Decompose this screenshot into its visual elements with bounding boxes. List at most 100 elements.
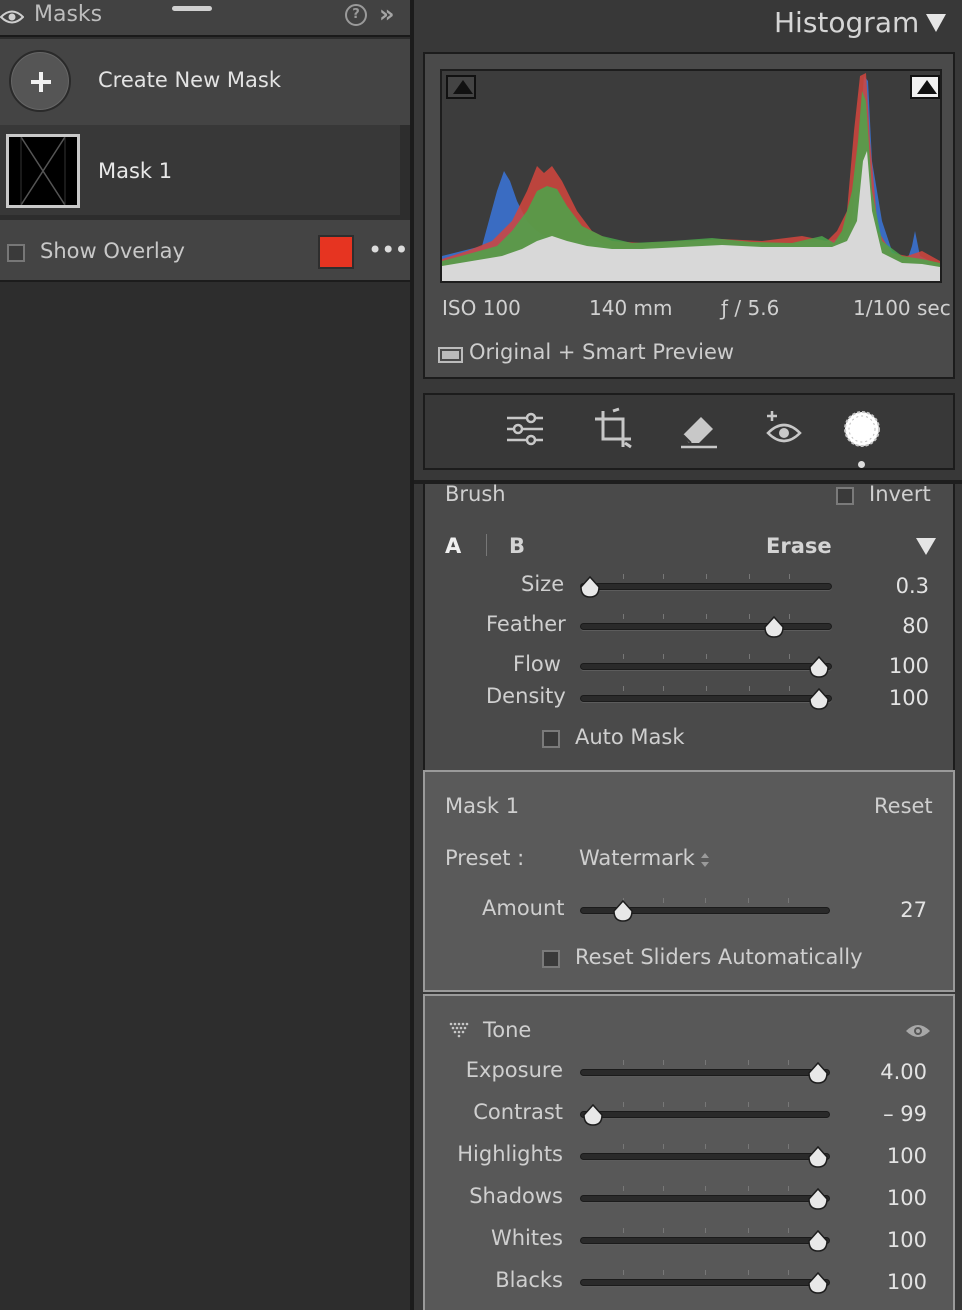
auto-mask-checkbox[interactable]: [542, 730, 560, 748]
density-value[interactable]: 100: [859, 686, 929, 710]
slider-track[interactable]: [580, 695, 832, 702]
masking-icon[interactable]: [840, 407, 884, 451]
slider-track[interactable]: [580, 663, 832, 670]
invert-checkbox[interactable]: [836, 487, 854, 505]
amount-value[interactable]: 27: [857, 898, 927, 922]
slider-tick: [787, 1144, 789, 1149]
disclosure-triangle-icon[interactable]: [449, 1022, 469, 1038]
tone-highlights-slider[interactable]: [580, 1144, 830, 1170]
tone-highlights-value[interactable]: 100: [857, 1144, 927, 1168]
slider-thumb[interactable]: [808, 656, 830, 678]
slider-thumb[interactable]: [808, 688, 830, 710]
slider-track[interactable]: [580, 1279, 830, 1286]
tone-contrast-label: Contrast: [473, 1100, 563, 1124]
aperture-readout: ƒ / 5.6: [721, 296, 780, 320]
slider-thumb[interactable]: [612, 900, 634, 922]
slider-tick: [747, 1186, 749, 1191]
tone-blacks-label: Blacks: [495, 1268, 563, 1292]
reset-sliders-label[interactable]: Reset Sliders Automatically: [575, 945, 863, 969]
slider-tick: [748, 574, 750, 579]
create-new-mask-row[interactable]: Create New Mask: [0, 39, 410, 125]
tone-whites-value[interactable]: 100: [857, 1228, 927, 1252]
tone-contrast-value[interactable]: – 99: [857, 1102, 927, 1126]
slider-tick: [748, 686, 750, 691]
create-new-mask-label[interactable]: Create New Mask: [98, 68, 281, 92]
overlay-color-swatch[interactable]: [318, 235, 354, 269]
flow-slider[interactable]: [580, 654, 832, 680]
slider-thumb[interactable]: [807, 1230, 829, 1252]
mask-item-label[interactable]: Mask 1: [98, 159, 172, 183]
shadow-clipping-indicator[interactable]: [446, 75, 476, 99]
feather-slider[interactable]: [580, 614, 832, 640]
slider-track[interactable]: [580, 1195, 830, 1202]
preset-dropdown[interactable]: Watermark: [579, 846, 695, 870]
collapse-triangle-icon[interactable]: [926, 14, 946, 32]
eye-icon[interactable]: [905, 1022, 931, 1040]
show-overlay-checkbox[interactable]: [7, 244, 25, 262]
slider-track[interactable]: [580, 1237, 830, 1244]
slider-thumb[interactable]: [807, 1188, 829, 1210]
slider-track[interactable]: [580, 583, 832, 590]
help-icon[interactable]: ?: [345, 4, 367, 26]
amount-slider[interactable]: [580, 898, 830, 924]
slider-track[interactable]: [580, 1111, 830, 1118]
reset-button[interactable]: Reset: [874, 794, 933, 818]
brush-tab-a[interactable]: A: [445, 534, 461, 558]
histogram-plot[interactable]: [440, 69, 942, 283]
updown-arrows-icon[interactable]: [699, 850, 711, 870]
tone-title[interactable]: Tone: [483, 1018, 531, 1042]
slider-tick: [663, 614, 665, 619]
invert-label[interactable]: Invert: [869, 482, 931, 506]
slider-tick: [663, 686, 665, 691]
brush-options-triangle-icon[interactable]: [916, 538, 936, 555]
histogram-title[interactable]: Histogram: [774, 6, 919, 39]
sliders-icon[interactable]: [503, 407, 547, 451]
slider-tick: [662, 1102, 664, 1107]
tone-blacks-value[interactable]: 100: [857, 1270, 927, 1294]
plus-icon[interactable]: [9, 50, 71, 112]
mask-settings-title: Mask 1: [445, 794, 520, 818]
feather-value[interactable]: 80: [859, 614, 929, 638]
reset-sliders-checkbox[interactable]: [542, 950, 560, 968]
slider-tick: [787, 1270, 789, 1275]
slider-track[interactable]: [580, 1069, 830, 1076]
slider-thumb[interactable]: [807, 1146, 829, 1168]
slider-thumb[interactable]: [807, 1272, 829, 1294]
flow-value[interactable]: 100: [859, 654, 929, 678]
size-slider[interactable]: [580, 574, 832, 600]
size-value[interactable]: 0.3: [859, 574, 929, 598]
slider-tick: [622, 1144, 624, 1149]
drag-handle[interactable]: [172, 6, 212, 11]
highlight-clipping-indicator[interactable]: [910, 75, 940, 99]
tone-exposure-value[interactable]: 4.00: [857, 1060, 927, 1084]
tone-shadows-value[interactable]: 100: [857, 1186, 927, 1210]
slider-thumb[interactable]: [763, 616, 785, 638]
slider-tick: [787, 1102, 789, 1107]
density-slider[interactable]: [580, 686, 832, 712]
tone-blacks-slider[interactable]: [580, 1270, 830, 1296]
more-options-icon[interactable]: •••: [368, 236, 408, 264]
tone-exposure-slider[interactable]: [580, 1060, 830, 1086]
mask-list-item[interactable]: Mask 1: [0, 125, 400, 215]
eye-icon[interactable]: [0, 9, 24, 25]
slider-thumb[interactable]: [579, 576, 601, 598]
slider-tick: [748, 614, 750, 619]
slider-tick: [705, 1060, 706, 1065]
auto-mask-label[interactable]: Auto Mask: [575, 725, 685, 749]
red-eye-icon[interactable]: [762, 407, 806, 451]
collapse-panel-icon[interactable]: »: [379, 0, 394, 28]
slider-track[interactable]: [580, 623, 832, 630]
density-label: Density: [486, 684, 566, 708]
show-overlay-label[interactable]: Show Overlay: [40, 239, 185, 263]
slider-track[interactable]: [580, 1153, 830, 1160]
tone-contrast-slider[interactable]: [580, 1102, 830, 1128]
slider-thumb[interactable]: [807, 1062, 829, 1084]
brush-tab-erase[interactable]: Erase: [766, 534, 832, 558]
mask-thumbnail[interactable]: [6, 134, 80, 208]
brush-tab-b[interactable]: B: [509, 534, 525, 558]
slider-thumb[interactable]: [582, 1104, 604, 1126]
tone-shadows-slider[interactable]: [580, 1186, 830, 1212]
eraser-icon[interactable]: [677, 407, 721, 451]
crop-icon[interactable]: [591, 407, 635, 451]
tone-whites-slider[interactable]: [580, 1228, 830, 1254]
